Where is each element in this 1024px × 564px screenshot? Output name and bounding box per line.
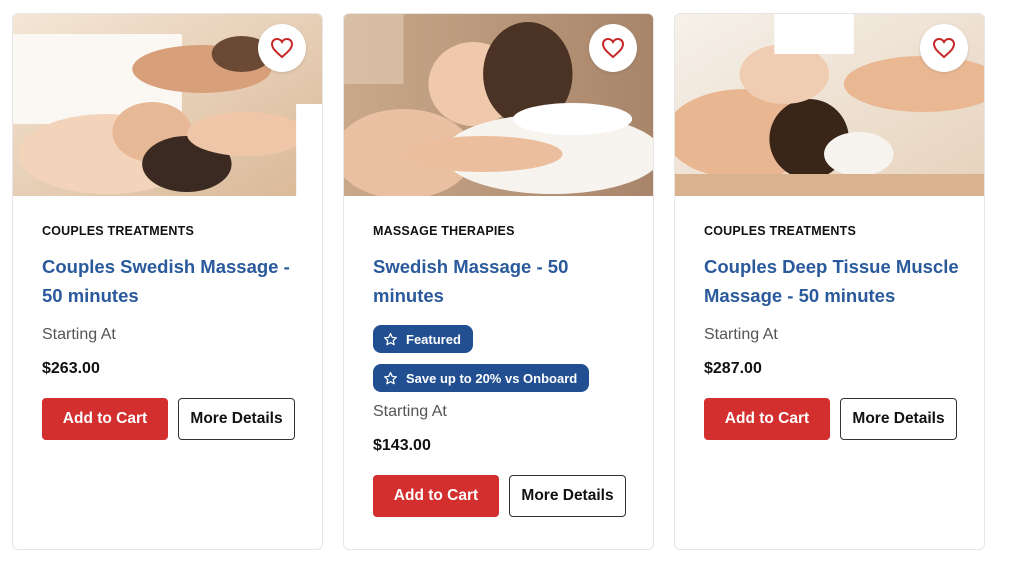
starting-at-label: Starting At [373, 403, 447, 420]
price: $263.00 [42, 360, 100, 377]
heart-outline-icon [270, 37, 294, 59]
card-body: MASSAGE THERAPIES Swedish Massage - 50 m… [373, 224, 633, 517]
card-body: COUPLES TREATMENTS Couples Deep Tissue M… [704, 224, 964, 440]
card-actions: Add to Cart More Details [42, 398, 302, 440]
price: $287.00 [704, 360, 762, 377]
product-title[interactable]: Swedish Massage - 50 minutes [373, 252, 633, 310]
price: $143.00 [373, 437, 431, 454]
star-outline-icon [384, 332, 397, 345]
more-details-button[interactable]: More Details [840, 398, 957, 440]
category-label: MASSAGE THERAPIES [373, 224, 515, 238]
category-label: COUPLES TREATMENTS [42, 224, 194, 238]
favorite-button[interactable] [258, 24, 306, 72]
category-label: COUPLES TREATMENTS [704, 224, 856, 238]
heart-outline-icon [932, 37, 956, 59]
starting-at-label: Starting At [704, 326, 778, 343]
badge-label: Featured [406, 331, 461, 347]
product-card: COUPLES TREATMENTS Couples Deep Tissue M… [674, 13, 985, 550]
product-title[interactable]: Couples Swedish Massage - 50 minutes [42, 252, 302, 310]
card-body: COUPLES TREATMENTS Couples Swedish Massa… [42, 224, 302, 440]
product-title[interactable]: Couples Deep Tissue Muscle Massage - 50 … [704, 252, 964, 310]
add-to-cart-button[interactable]: Add to Cart [42, 398, 168, 440]
add-to-cart-button[interactable]: Add to Cart [704, 398, 830, 440]
featured-badge: Featured [373, 325, 473, 353]
product-photo[interactable] [675, 14, 984, 196]
starting-at-label: Starting At [42, 326, 116, 343]
favorite-button[interactable] [589, 24, 637, 72]
star-outline-icon [384, 371, 397, 384]
add-to-cart-button[interactable]: Add to Cart [373, 475, 499, 517]
product-card: COUPLES TREATMENTS Couples Swedish Massa… [12, 13, 323, 550]
more-details-button[interactable]: More Details [509, 475, 626, 517]
savings-badge: Save up to 20% vs Onboard [373, 364, 590, 392]
favorite-button[interactable] [920, 24, 968, 72]
product-photo[interactable] [344, 14, 653, 196]
card-actions: Add to Cart More Details [373, 475, 633, 517]
product-photo[interactable] [13, 14, 322, 196]
badge-list: Featured Save up to 20% vs Onboard [373, 325, 633, 403]
product-card: MASSAGE THERAPIES Swedish Massage - 50 m… [343, 13, 654, 550]
badge-label: Save up to 20% vs Onboard [406, 370, 578, 386]
card-actions: Add to Cart More Details [704, 398, 964, 440]
more-details-button[interactable]: More Details [178, 398, 295, 440]
heart-outline-icon [601, 37, 625, 59]
